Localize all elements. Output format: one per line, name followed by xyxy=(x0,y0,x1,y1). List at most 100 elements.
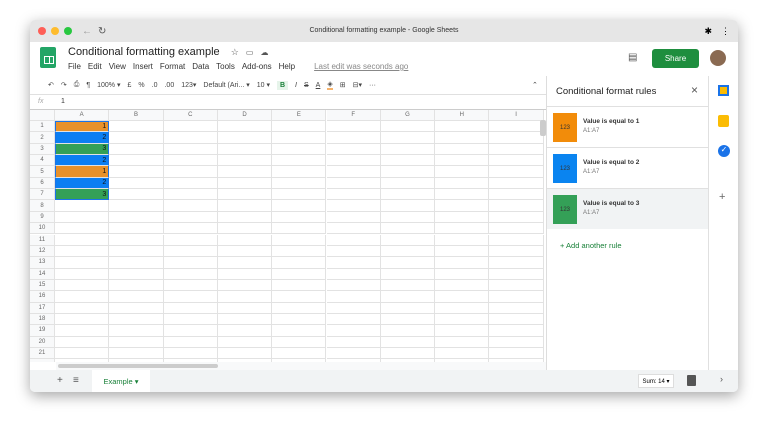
row-header[interactable]: 16 xyxy=(30,291,55,303)
cell[interactable] xyxy=(380,143,436,156)
cell[interactable] xyxy=(489,143,544,156)
cell[interactable] xyxy=(272,348,327,360)
menu-file[interactable]: File xyxy=(68,62,81,71)
cell[interactable] xyxy=(109,155,164,167)
add-addon-icon[interactable]: + xyxy=(719,191,725,203)
column-header-a[interactable]: A xyxy=(55,110,110,121)
cell[interactable] xyxy=(489,155,544,167)
menu-data[interactable]: Data xyxy=(192,62,209,71)
add-sheet-button[interactable]: + xyxy=(57,375,63,386)
cell[interactable] xyxy=(109,223,164,235)
cell[interactable] xyxy=(435,200,490,212)
cell[interactable] xyxy=(109,348,164,360)
cell[interactable] xyxy=(109,245,164,258)
cell[interactable] xyxy=(163,223,218,235)
tasks-icon[interactable]: ✓ xyxy=(718,145,730,157)
zoom-select[interactable]: 100% ▾ xyxy=(97,81,120,89)
cell[interactable] xyxy=(109,234,164,246)
cell[interactable] xyxy=(435,223,490,235)
increase-decimal-button[interactable]: .00 xyxy=(164,82,174,89)
calendar-icon[interactable] xyxy=(718,85,729,96)
row-header[interactable]: 4 xyxy=(30,155,55,167)
cell[interactable] xyxy=(272,268,327,280)
cell[interactable] xyxy=(109,121,164,133)
cell[interactable] xyxy=(55,223,110,235)
cell[interactable] xyxy=(326,211,381,224)
cell[interactable] xyxy=(326,177,381,190)
cell[interactable] xyxy=(380,313,436,326)
cell[interactable] xyxy=(435,279,490,292)
cell[interactable] xyxy=(55,211,110,224)
cell[interactable] xyxy=(380,257,436,269)
row-header[interactable]: 3 xyxy=(30,143,55,156)
horizontal-scrollbar[interactable] xyxy=(56,362,546,370)
cell[interactable] xyxy=(55,291,110,303)
menu-format[interactable]: Format xyxy=(160,62,185,71)
cell[interactable] xyxy=(380,132,436,144)
doc-title[interactable]: Conditional formatting example xyxy=(68,46,220,58)
select-all-corner[interactable] xyxy=(30,110,55,121)
row-header[interactable]: 21 xyxy=(30,348,55,360)
cell[interactable] xyxy=(380,121,436,133)
share-button[interactable]: Share xyxy=(652,49,699,68)
cell[interactable] xyxy=(435,177,490,190)
expand-panel-icon[interactable]: › xyxy=(720,374,723,384)
cell[interactable] xyxy=(380,348,436,360)
row-header[interactable]: 17 xyxy=(30,302,55,314)
cell[interactable] xyxy=(326,302,381,314)
cell[interactable] xyxy=(489,200,544,212)
cell[interactable] xyxy=(380,245,436,258)
menu-view[interactable]: View xyxy=(109,62,126,71)
cell[interactable] xyxy=(435,143,490,156)
cell[interactable] xyxy=(217,223,273,235)
row-header[interactable]: 8 xyxy=(30,200,55,212)
font-select[interactable]: Default (Ari... ▾ xyxy=(203,81,249,89)
row-header[interactable]: 6 xyxy=(30,177,55,190)
cell[interactable] xyxy=(163,132,218,144)
cell[interactable] xyxy=(326,132,381,144)
number-format-select[interactable]: 123▾ xyxy=(181,81,196,89)
cell[interactable] xyxy=(163,143,218,156)
cell[interactable] xyxy=(55,302,110,314)
row-header[interactable]: 15 xyxy=(30,279,55,292)
cell[interactable] xyxy=(272,132,327,144)
cell[interactable] xyxy=(217,257,273,269)
cell[interactable] xyxy=(489,177,544,190)
cell[interactable] xyxy=(163,313,218,326)
cell[interactable] xyxy=(326,223,381,235)
cell[interactable] xyxy=(326,257,381,269)
cell[interactable] xyxy=(109,279,164,292)
cell[interactable] xyxy=(55,245,110,258)
cell[interactable] xyxy=(435,121,490,133)
cell[interactable] xyxy=(272,211,327,224)
cell[interactable] xyxy=(217,166,273,178)
cell-a6[interactable]: 2 xyxy=(55,177,110,190)
cell-a7[interactable]: 3 xyxy=(55,189,110,201)
cell[interactable] xyxy=(380,336,436,348)
cell[interactable] xyxy=(435,325,490,337)
rule-item[interactable]: 123 Value is equal to 1 A1:A7 xyxy=(547,106,709,147)
cell[interactable] xyxy=(326,313,381,326)
cell[interactable] xyxy=(435,257,490,269)
all-sheets-button[interactable]: ≡ xyxy=(73,375,79,386)
cell[interactable] xyxy=(326,268,381,280)
cell[interactable] xyxy=(109,143,164,156)
cell[interactable] xyxy=(489,189,544,201)
cell[interactable] xyxy=(489,257,544,269)
cell[interactable] xyxy=(272,177,327,190)
cell[interactable] xyxy=(217,245,273,258)
row-header[interactable]: 1 xyxy=(30,121,55,133)
borders-icon[interactable]: ⊞ xyxy=(340,81,346,89)
sheet-tab-example[interactable]: Example ▾ xyxy=(92,370,150,392)
cell[interactable] xyxy=(55,325,110,337)
last-edit-link[interactable]: Last edit was seconds ago xyxy=(314,62,408,71)
row-header[interactable]: 14 xyxy=(30,268,55,280)
avatar[interactable] xyxy=(710,50,726,66)
cell[interactable] xyxy=(109,200,164,212)
cell[interactable] xyxy=(380,177,436,190)
strikethrough-button[interactable]: S xyxy=(304,82,309,89)
cell[interactable] xyxy=(489,234,544,246)
row-header[interactable]: 13 xyxy=(30,257,55,269)
cell[interactable] xyxy=(163,234,218,246)
cell[interactable] xyxy=(272,302,327,314)
